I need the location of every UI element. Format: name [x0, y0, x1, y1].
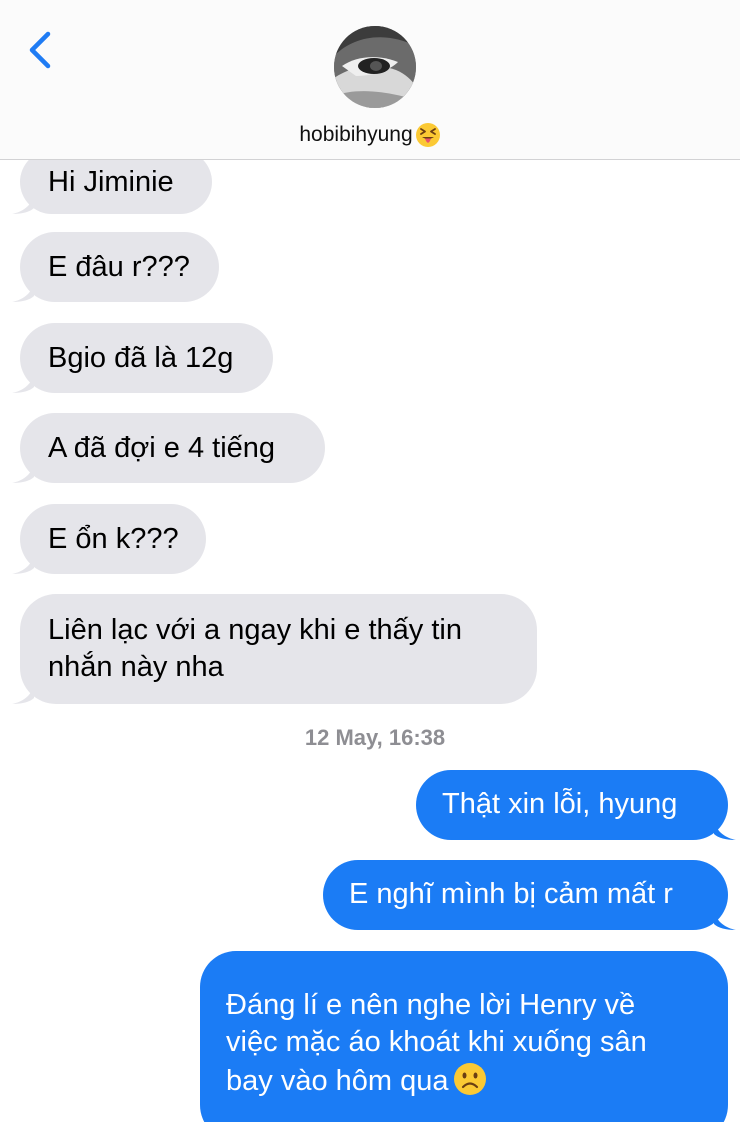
message-text: bay vào hôm qua	[226, 1065, 449, 1097]
incoming-message[interactable]: Liên lạc với a ngay khi e thấy tin nhắn …	[12, 594, 537, 704]
outgoing-message[interactable]: Thật xin lỗi, hyung	[416, 770, 736, 840]
message-text: Thật xin lỗi, hyung	[442, 788, 678, 820]
incoming-message[interactable]: A đã đợi e 4 tiếng	[12, 413, 325, 483]
back-button[interactable]	[24, 28, 60, 72]
message-text: E đâu r???	[48, 251, 190, 283]
squinting-tongue-face-icon	[415, 123, 440, 148]
incoming-message[interactable]: E ổn k???	[12, 504, 206, 574]
message-text: A đã đợi e 4 tiếng	[48, 432, 276, 464]
bubble-tail	[12, 282, 34, 302]
message-text-line: việc mặc áo khoát khi xuống sân	[226, 1026, 647, 1058]
bubble-tail	[12, 554, 34, 574]
incoming-message[interactable]: Bgio đã là 12g	[12, 323, 273, 393]
incoming-message[interactable]: Hi Jiminie	[12, 160, 212, 214]
bubble-tail	[12, 684, 34, 704]
message-text-line: Đáng lí e nên nghe lời Henry về	[226, 989, 636, 1021]
bubble-tail	[12, 373, 34, 393]
incoming-message[interactable]: E đâu r???	[12, 232, 219, 302]
bubble-tail	[12, 194, 34, 214]
outgoing-message[interactable]: Đáng lí e nên nghe lời Henry về việc mặc…	[200, 951, 728, 1122]
bubble-tail	[714, 820, 736, 840]
message-text-line: Liên lạc với a ngay khi e thấy tin	[48, 614, 462, 646]
outgoing-message[interactable]: E nghĩ mình bị cảm mất r	[323, 860, 736, 930]
contact-title[interactable]: hobibihyung	[0, 118, 740, 152]
chevron-left-icon	[29, 31, 51, 69]
message-text-line: bay vào hôm qua	[226, 1061, 702, 1100]
message-text-line: nhắn này nha	[48, 651, 224, 683]
message-text: Hi Jiminie	[48, 166, 174, 198]
bubble-tail	[12, 463, 34, 483]
message-text: E nghĩ mình bị cảm mất r	[349, 878, 673, 910]
bubble-tail	[714, 910, 736, 930]
avatar-photo	[334, 26, 416, 108]
avatar[interactable]	[334, 26, 416, 108]
contact-name: hobibihyung	[299, 123, 413, 147]
message-thread[interactable]: Hi Jiminie E đâu r??? Bgio đã là 12g A đ…	[0, 160, 740, 1122]
conversation-header: hobibihyung	[0, 0, 740, 160]
message-timestamp: 12 May, 16:38	[304, 725, 446, 750]
frowning-face-icon	[454, 1063, 487, 1095]
message-text: E ổn k???	[48, 523, 179, 555]
message-text: Bgio đã là 12g	[48, 342, 234, 374]
